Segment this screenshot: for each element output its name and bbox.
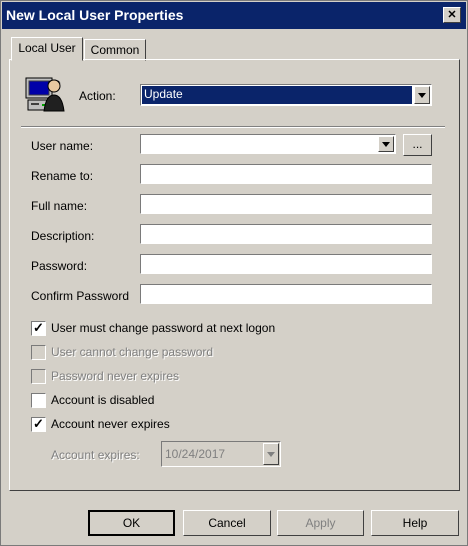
tab-label: Common bbox=[90, 43, 140, 57]
tab-label: Local User bbox=[18, 41, 76, 55]
dialog-window: New Local User Properties ✕ Local User C… bbox=[0, 0, 468, 546]
tab-common[interactable]: Common bbox=[84, 39, 146, 61]
full-name-input[interactable] bbox=[140, 194, 432, 214]
account-expires-label: Account expires: bbox=[51, 448, 140, 462]
chevron-down-icon bbox=[382, 142, 390, 147]
window-title: New Local User Properties bbox=[6, 7, 184, 23]
apply-button: Apply bbox=[277, 510, 364, 536]
action-selected-value: Update bbox=[141, 85, 413, 105]
password-label: Password: bbox=[31, 259, 88, 273]
action-dropdown-button[interactable] bbox=[414, 86, 430, 104]
rename-to-label: Rename to: bbox=[31, 169, 94, 183]
account-expires-date-picker: 10/24/2017 bbox=[161, 441, 281, 467]
browse-users-button[interactable]: ... bbox=[403, 134, 432, 156]
account-expires-value: 10/24/2017 bbox=[165, 447, 226, 461]
close-icon: ✕ bbox=[447, 9, 457, 21]
action-label: Action: bbox=[79, 89, 116, 103]
confirm-password-input[interactable] bbox=[140, 284, 432, 304]
title-bar[interactable]: New Local User Properties ✕ bbox=[2, 2, 466, 29]
date-dropdown-button bbox=[263, 443, 279, 465]
user-name-combo[interactable] bbox=[140, 134, 396, 154]
checkbox-box[interactable]: ✓ bbox=[31, 416, 46, 432]
description-input[interactable] bbox=[140, 224, 432, 244]
description-label: Description: bbox=[31, 229, 95, 243]
checkbox-box bbox=[31, 345, 46, 360]
checkbox-box[interactable] bbox=[31, 393, 46, 408]
action-dropdown[interactable]: Update bbox=[140, 84, 432, 106]
confirm-password-label: Confirm Password bbox=[31, 289, 130, 303]
separator bbox=[21, 126, 445, 128]
close-button[interactable]: ✕ bbox=[443, 7, 461, 23]
checkbox-label: Password never expires bbox=[51, 369, 180, 383]
cancel-button[interactable]: Cancel bbox=[183, 510, 271, 536]
chevron-down-icon bbox=[418, 93, 426, 98]
ok-button[interactable]: OK bbox=[88, 510, 175, 536]
checkbox-label: User cannot change password bbox=[51, 345, 214, 359]
checkbox-label: Account is disabled bbox=[51, 393, 155, 407]
user-name-label: User name: bbox=[31, 139, 94, 153]
checkbox-box[interactable]: ✓ bbox=[31, 320, 46, 336]
full-name-label: Full name: bbox=[31, 199, 88, 213]
user-computer-icon bbox=[25, 77, 65, 112]
check-icon: ✓ bbox=[33, 416, 44, 431]
chevron-down-icon bbox=[267, 452, 275, 457]
checkbox-label: User must change password at next logon bbox=[51, 321, 276, 335]
help-button[interactable]: Help bbox=[371, 510, 459, 536]
user-name-dropdown-button[interactable] bbox=[378, 136, 394, 152]
tab-local-user[interactable]: Local User bbox=[11, 37, 83, 61]
check-icon: ✓ bbox=[33, 320, 44, 335]
checkbox-box bbox=[31, 369, 46, 384]
password-input[interactable] bbox=[140, 254, 432, 274]
rename-to-input[interactable] bbox=[140, 164, 432, 184]
checkbox-label: Account never expires bbox=[51, 417, 170, 431]
